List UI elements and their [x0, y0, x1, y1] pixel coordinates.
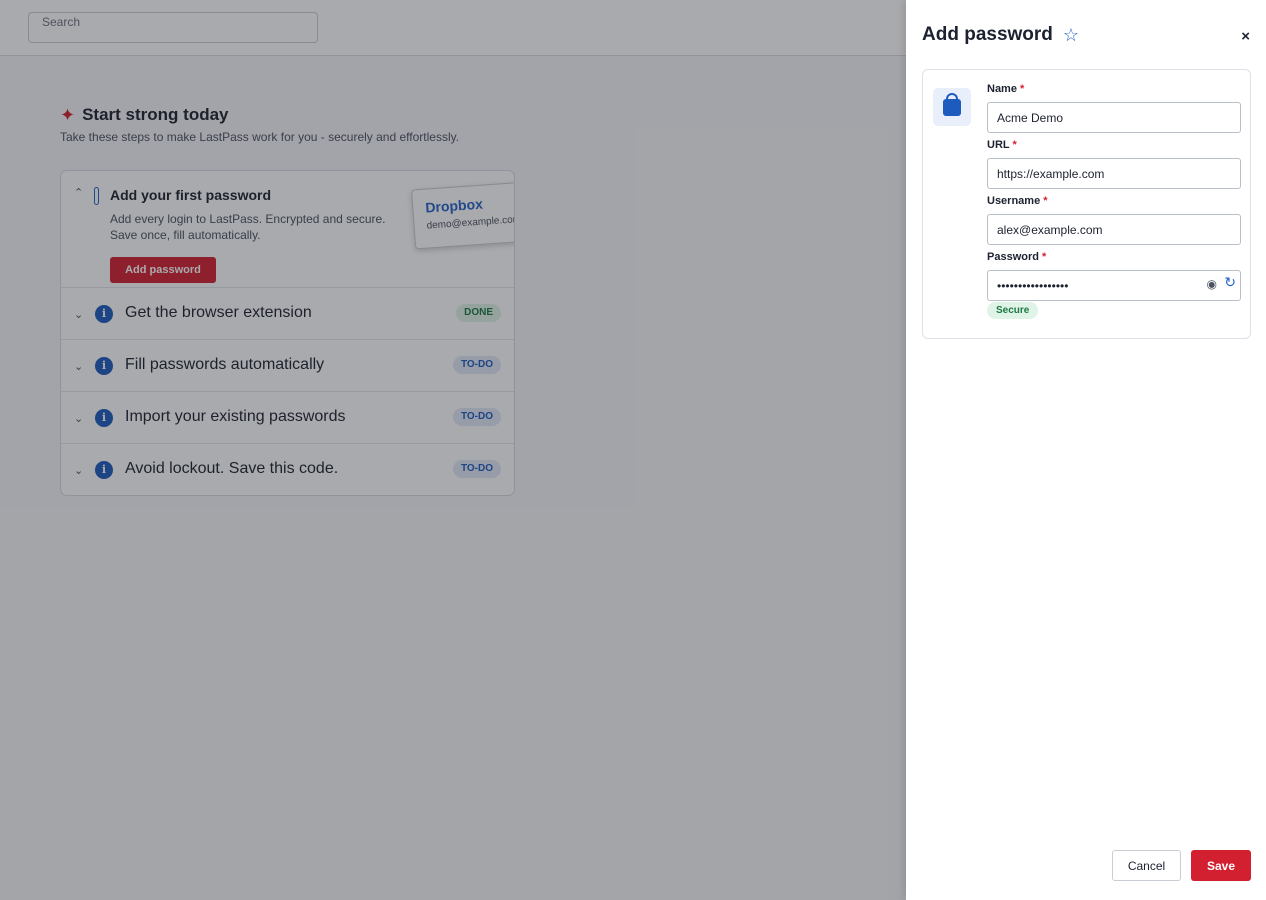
name-input[interactable] — [987, 102, 1241, 133]
refresh-icon[interactable]: ↻ — [1224, 274, 1236, 291]
url-label: URL * — [987, 139, 1017, 151]
password-strength-badge: Secure — [987, 302, 1039, 319]
username-label: Username * — [987, 195, 1048, 207]
username-field: Username * — [987, 195, 1242, 245]
password-label: Password * — [987, 251, 1047, 263]
url-input[interactable] — [987, 158, 1241, 189]
star-icon[interactable]: ☆ — [1063, 26, 1079, 44]
cancel-button[interactable]: Cancel — [1112, 850, 1181, 881]
password-input[interactable] — [987, 270, 1241, 301]
save-button[interactable]: Save — [1191, 850, 1251, 881]
name-field: Name * — [987, 83, 1242, 133]
password-field: Password * ◉ ↻ — [987, 251, 1242, 301]
password-input-wrapper: ◉ ↻ — [987, 265, 1242, 301]
add-password-drawer: Add password ☆ × Name * URL * Username *… — [906, 0, 1266, 900]
name-label: Name * — [987, 83, 1025, 95]
drawer-title: Add password — [922, 24, 1053, 45]
username-input[interactable] — [987, 214, 1241, 245]
drawer-header: Add password ☆ — [922, 24, 1079, 46]
password-form: Name * URL * Username * Password * ◉ ↻ S… — [922, 69, 1251, 339]
close-icon[interactable]: × — [1241, 28, 1250, 45]
url-field: URL * — [987, 139, 1242, 189]
item-icon — [933, 88, 971, 126]
eye-icon[interactable]: ◉ — [1207, 277, 1217, 291]
shopping-bag-icon — [943, 99, 961, 116]
